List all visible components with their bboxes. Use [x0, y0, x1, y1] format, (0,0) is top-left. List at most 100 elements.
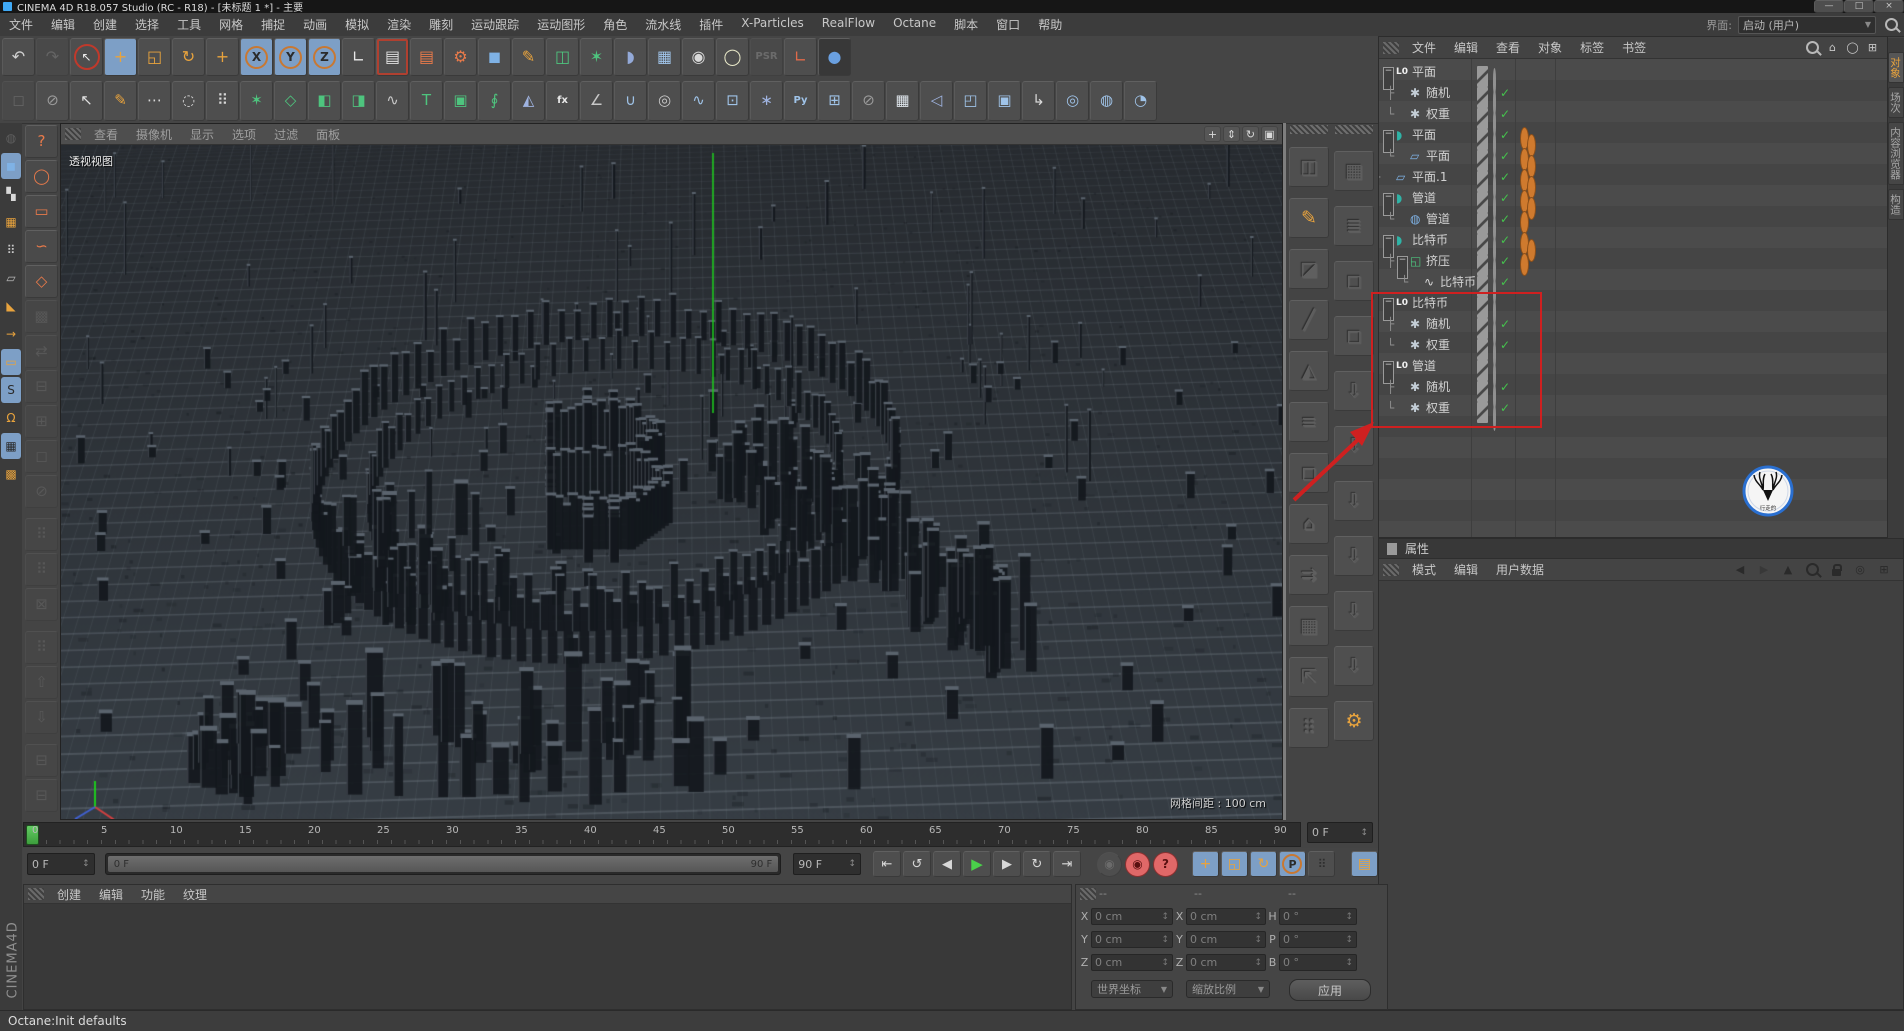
viewport-menu-item-2[interactable]: 显示: [181, 126, 223, 143]
object-row[interactable]: └✱权重✓: [1379, 334, 1887, 355]
sphere-off-icon[interactable]: ⊘: [25, 475, 58, 508]
psr-transfer-icon[interactable]: PSR: [750, 38, 783, 76]
grid-rotate-icon[interactable]: ▩: [1, 461, 21, 487]
object-label[interactable]: 随机: [1426, 313, 1450, 334]
layer-stack-icon[interactable]: ≡: [1289, 402, 1329, 442]
swirl-spline-icon[interactable]: ∮: [478, 81, 511, 121]
object-label[interactable]: 管道: [1412, 355, 1436, 376]
plane-drop-icon-2[interactable]: ⇩: [1334, 426, 1374, 466]
matrix-icon[interactable]: ▦: [886, 81, 919, 121]
sail-deformer-icon[interactable]: ◭: [512, 81, 545, 121]
main-menu-item-5[interactable]: 网格: [210, 16, 252, 33]
cubes-stack-icon[interactable]: ▣: [988, 81, 1021, 121]
poly-select-icon[interactable]: ◇: [25, 265, 58, 298]
plane-drop-icon-5[interactable]: ⇩: [1334, 591, 1374, 631]
record-keyframe-icon[interactable]: ◉: [1097, 852, 1122, 877]
object-row[interactable]: −◗管道✓: [1379, 187, 1887, 208]
main-menu-item-0[interactable]: 文件: [0, 16, 42, 33]
spinner-arrows-icon[interactable]: ↕: [82, 859, 90, 869]
globe-icon[interactable]: ◍: [1, 125, 21, 151]
dolly-view-icon[interactable]: ⇕: [1223, 126, 1240, 142]
spline-dots-icon[interactable]: ∿: [376, 81, 409, 121]
am-add-icon[interactable]: ⊞: [1875, 562, 1893, 578]
om-filter-icon[interactable]: ◯: [1844, 40, 1861, 56]
bridge-icon[interactable]: ⌂: [1289, 504, 1329, 544]
workgrid-icon[interactable]: ▦: [1, 209, 21, 235]
enable-check-icon[interactable]: ✓: [1500, 82, 1510, 103]
spinner-arrows-icon[interactable]: ↕: [1254, 958, 1262, 968]
cup-icon[interactable]: ∪: [614, 81, 647, 121]
object-label[interactable]: 随机: [1426, 376, 1450, 397]
measure-icon[interactable]: ∠: [580, 81, 613, 121]
pan-view-icon[interactable]: +: [1204, 126, 1221, 142]
maximize-button[interactable]: □: [1844, 0, 1874, 13]
dots-grid-icon[interactable]: ⠿: [206, 81, 239, 121]
last-tool-icon[interactable]: +: [206, 38, 239, 76]
object-manager-menu-item-0[interactable]: 文件: [1403, 39, 1445, 56]
chart-icon[interactable]: ◪: [1289, 249, 1329, 289]
main-menu-item-7[interactable]: 动画: [294, 16, 336, 33]
am-lock-icon[interactable]: [1827, 562, 1845, 578]
drag-handle-icon[interactable]: [1383, 564, 1399, 576]
viewport-menu-item-5[interactable]: 面板: [307, 126, 349, 143]
dotted-sphere-icon[interactable]: ◍: [1090, 81, 1123, 121]
enable-check-icon[interactable]: ✓: [1500, 397, 1510, 418]
snap-cube-icon[interactable]: ⠿: [1, 237, 21, 263]
move-tool-icon[interactable]: +: [104, 38, 137, 76]
drag-handle-icon[interactable]: [1080, 888, 1096, 900]
rotation-b-field[interactable]: 0 °↕: [1279, 954, 1357, 971]
object-row[interactable]: └∿比特币✓: [1379, 271, 1887, 292]
slice-stack-icon[interactable]: ≣: [1334, 206, 1374, 246]
viewport-divider[interactable]: [1283, 123, 1286, 820]
plane-drop-icon-3[interactable]: ⇩: [1334, 481, 1374, 521]
object-row[interactable]: ─▱平面.1✓: [1379, 166, 1887, 187]
dots-plane-a-icon[interactable]: ⊟: [25, 744, 58, 777]
position-z-field[interactable]: 0 cm↕: [1091, 954, 1173, 971]
rotation-p-field[interactable]: 0 °↕: [1279, 931, 1357, 948]
drag-handle-icon[interactable]: [28, 888, 44, 900]
play-reverse-button[interactable]: ↺: [903, 851, 931, 877]
position-y-field[interactable]: 0 cm↕: [1091, 931, 1173, 948]
live-select-icon[interactable]: ◯: [25, 160, 58, 193]
enable-check-icon[interactable]: ✓: [1500, 229, 1510, 250]
render-flag-icon[interactable]: ▚: [1, 181, 21, 207]
enable-check-icon[interactable]: ✓: [1500, 334, 1510, 355]
attribute-manager-menu-item-1[interactable]: 编辑: [1445, 561, 1487, 578]
prism-icon[interactable]: ◭: [1289, 351, 1329, 391]
main-menu-item-2[interactable]: 创建: [84, 16, 126, 33]
main-menu-item-8[interactable]: 模拟: [336, 16, 378, 33]
record-position-icon[interactable]: +: [1192, 851, 1219, 877]
tab-objects[interactable]: 对象: [1888, 52, 1904, 83]
om-search-icon[interactable]: [1804, 40, 1821, 56]
main-menu-item-10[interactable]: 雕刻: [420, 16, 462, 33]
grid-plate-icon[interactable]: ▦: [1289, 606, 1329, 646]
spinner-arrows-icon[interactable]: ↕: [1345, 912, 1353, 922]
light-icon[interactable]: ◯: [716, 38, 749, 76]
clock-icon[interactable]: ◔: [1124, 81, 1157, 121]
floor-icon[interactable]: ▦: [648, 38, 681, 76]
goto-start-button[interactable]: ⇤: [873, 851, 901, 877]
rotate-tool-icon[interactable]: ↻: [172, 38, 205, 76]
sculpt-pen-icon[interactable]: ✎: [1289, 198, 1329, 238]
spline-pen-icon[interactable]: ✎: [512, 38, 545, 76]
play-button[interactable]: ▶: [963, 851, 991, 877]
close-button[interactable]: ×: [1874, 0, 1904, 13]
point-mode-icon[interactable]: ↖: [70, 81, 103, 121]
mograph-hex-icon[interactable]: ◇: [274, 81, 307, 121]
frame-end-spinner[interactable]: 90 F ↕: [793, 853, 861, 875]
mode-off-icon[interactable]: ◻: [2, 81, 35, 121]
timeline-ruler[interactable]: 051015202530354045505560657075808590: [23, 822, 1301, 847]
viewport-menu-item-4[interactable]: 过滤: [265, 126, 307, 143]
redo-icon[interactable]: ↷: [36, 38, 69, 76]
object-row[interactable]: −◗比特币✓: [1379, 229, 1887, 250]
object-row[interactable]: ├✱随机✓: [1379, 376, 1887, 397]
frame-range-slider[interactable]: 0 F 90 F: [105, 853, 782, 875]
drag-handle-icon[interactable]: [65, 128, 81, 140]
green-cube-icon[interactable]: ▣: [444, 81, 477, 121]
spinner-arrows-icon[interactable]: ↕: [1345, 935, 1353, 945]
camera-icon[interactable]: ◉: [682, 38, 715, 76]
spinner-arrows-icon[interactable]: ↕: [1161, 935, 1169, 945]
spinner-arrows-icon[interactable]: ↕: [1161, 958, 1169, 968]
record-rotation-icon[interactable]: ↻: [1250, 851, 1277, 877]
plane-mode-icon[interactable]: ▱: [1, 265, 21, 291]
